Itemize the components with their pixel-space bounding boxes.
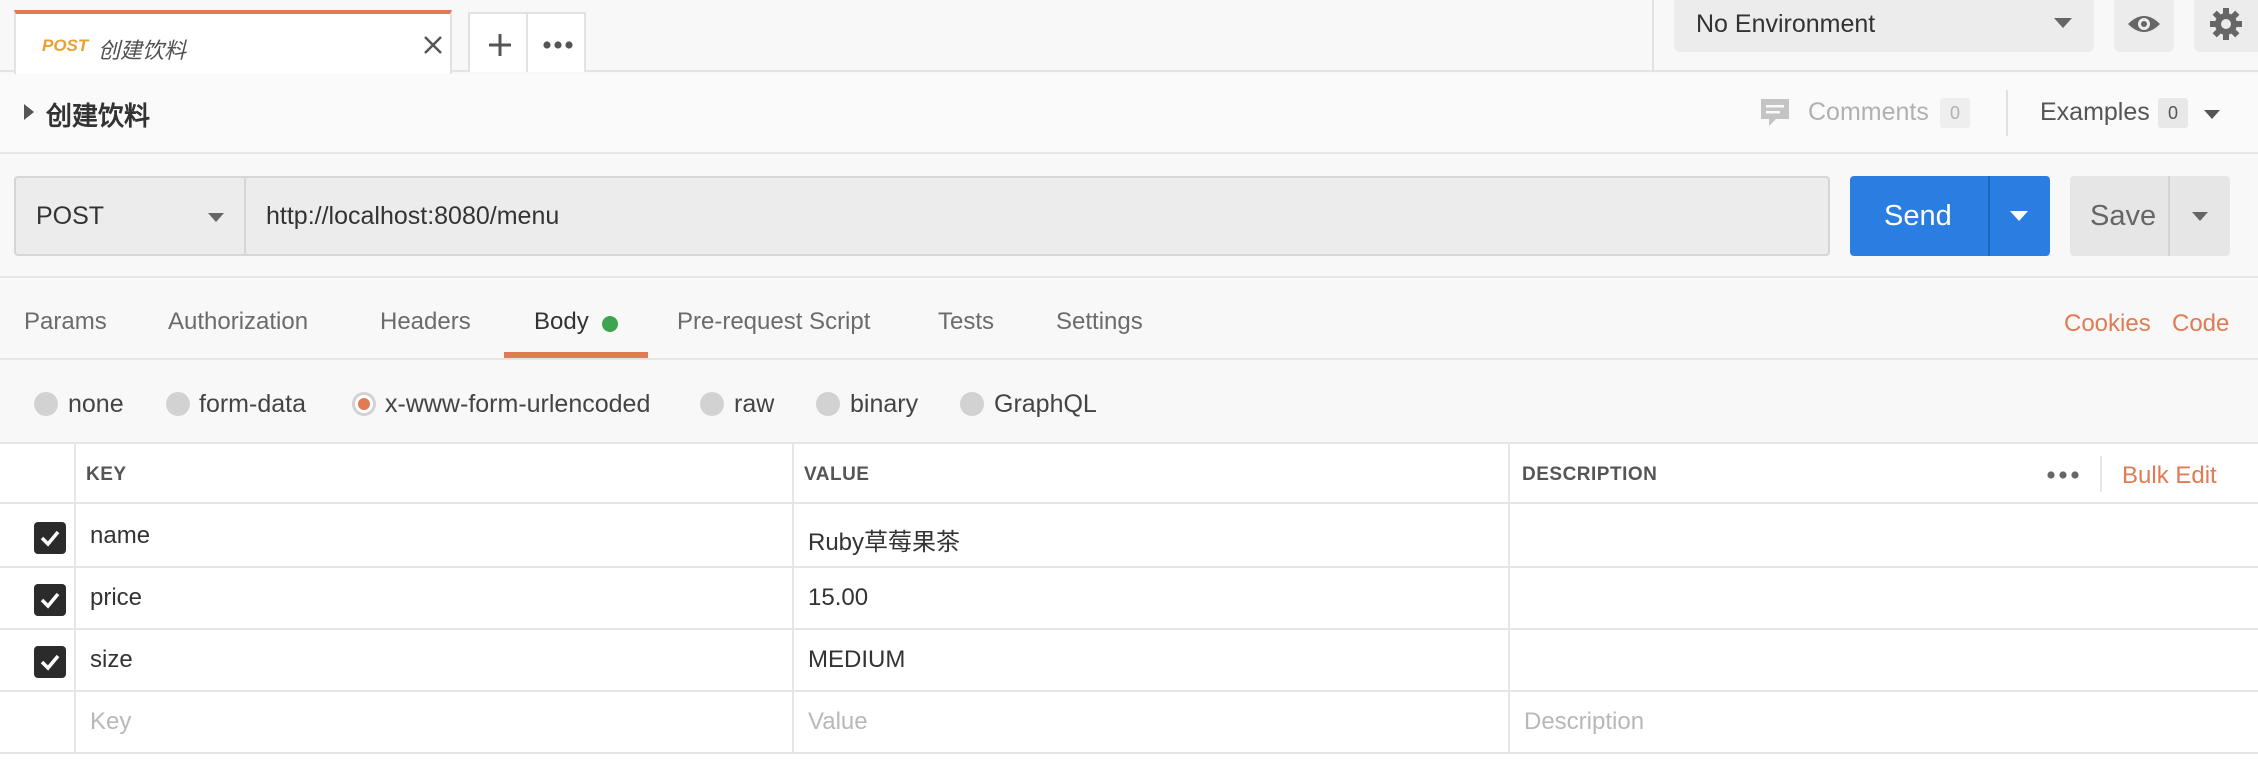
bulk-edit-link[interactable]: Bulk Edit bbox=[2122, 462, 2217, 490]
checkbox-checked-icon bbox=[40, 654, 60, 671]
request-tab-method: POST bbox=[42, 36, 89, 55]
plus-icon bbox=[489, 34, 511, 56]
radio-label-none[interactable]: none bbox=[68, 390, 124, 419]
row-value[interactable]: MEDIUM bbox=[808, 646, 905, 674]
body-type-selector: none form-data x-www-form-urlencoded raw… bbox=[0, 362, 2258, 444]
row-key[interactable]: name bbox=[90, 522, 150, 550]
new-tab-button[interactable] bbox=[468, 12, 528, 72]
tab-headers[interactable]: Headers bbox=[380, 308, 471, 336]
more-icon bbox=[543, 41, 573, 49]
url-input[interactable]: http://localhost:8080/menu bbox=[244, 176, 1830, 256]
key-input[interactable]: Key bbox=[90, 708, 131, 736]
row-checkbox[interactable] bbox=[34, 646, 66, 678]
save-button[interactable]: Save bbox=[2070, 176, 2230, 256]
table-row-new: Key Value Description bbox=[0, 692, 2258, 754]
send-button[interactable]: Send bbox=[1850, 176, 2050, 256]
tab-settings[interactable]: Settings bbox=[1056, 308, 1143, 336]
caret-down-icon bbox=[208, 213, 224, 222]
manage-environments-button[interactable] bbox=[2194, 0, 2258, 52]
gear-icon bbox=[2210, 8, 2242, 40]
tab-bar: POST 创建饮料 No Environment bbox=[0, 0, 2258, 74]
tab-body[interactable]: Body bbox=[534, 308, 589, 336]
comment-icon[interactable] bbox=[1758, 96, 1792, 130]
checkbox-checked-icon bbox=[40, 592, 60, 609]
table-row: size MEDIUM bbox=[0, 630, 2258, 692]
divider bbox=[2100, 456, 2102, 492]
cookies-link[interactable]: Cookies bbox=[2064, 310, 2151, 338]
radio-none[interactable] bbox=[34, 392, 58, 416]
tab-tests[interactable]: Tests bbox=[938, 308, 994, 336]
caret-down-icon[interactable] bbox=[2204, 110, 2220, 119]
code-link[interactable]: Code bbox=[2172, 310, 2229, 338]
radio-label-form-data[interactable]: form-data bbox=[199, 390, 306, 419]
column-header-description: DESCRIPTION bbox=[1522, 464, 1658, 485]
column-header-value: VALUE bbox=[804, 464, 870, 485]
eye-icon bbox=[2128, 16, 2160, 32]
table-header: KEY VALUE DESCRIPTION Bulk Edit bbox=[0, 444, 2258, 504]
divider bbox=[2006, 90, 2008, 136]
environment-select[interactable]: No Environment bbox=[1674, 0, 2094, 52]
status-dot bbox=[602, 316, 618, 332]
request-title[interactable]: 创建饮料 bbox=[46, 96, 150, 133]
radio-raw[interactable] bbox=[700, 392, 724, 416]
divider bbox=[1988, 176, 1990, 256]
radio-graphql[interactable] bbox=[960, 392, 984, 416]
more-icon[interactable] bbox=[2046, 470, 2080, 480]
description-input[interactable]: Description bbox=[1524, 708, 1644, 736]
close-icon[interactable] bbox=[418, 30, 448, 60]
tab-params[interactable]: Params bbox=[24, 308, 107, 336]
radio-label-x-www-form-urlencoded[interactable]: x-www-form-urlencoded bbox=[385, 390, 650, 419]
row-value[interactable]: Ruby草莓果茶 bbox=[808, 522, 960, 557]
environment-select-label: No Environment bbox=[1696, 10, 1876, 38]
row-key[interactable]: price bbox=[90, 584, 142, 612]
radio-binary[interactable] bbox=[816, 392, 840, 416]
divider bbox=[1508, 444, 1510, 754]
caret-down-icon bbox=[2054, 18, 2072, 28]
request-header: 创建饮料 Comments 0 Examples 0 bbox=[0, 74, 2258, 154]
comments-count-badge: 0 bbox=[1940, 98, 1970, 128]
request-tab-name: 创建饮料 bbox=[98, 38, 187, 63]
caret-down-icon[interactable] bbox=[2192, 212, 2208, 221]
request-tab[interactable]: POST 创建饮料 bbox=[14, 10, 452, 74]
environment-quick-look-button[interactable] bbox=[2114, 0, 2174, 52]
radio-x-www-form-urlencoded[interactable] bbox=[352, 392, 376, 416]
method-select-label: POST bbox=[36, 202, 105, 230]
value-input[interactable]: Value bbox=[808, 708, 868, 736]
caret-right-icon[interactable] bbox=[24, 104, 34, 120]
table-row: name Ruby草莓果茶 bbox=[0, 506, 2258, 568]
examples-button[interactable]: Examples bbox=[2040, 98, 2150, 127]
divider bbox=[2168, 176, 2170, 256]
checkbox-checked-icon bbox=[40, 530, 60, 547]
send-button-label: Send bbox=[1884, 200, 1952, 232]
url-bar: POST http://localhost:8080/menu Send Sav… bbox=[0, 156, 2258, 278]
comments-button[interactable]: Comments bbox=[1808, 98, 1929, 127]
radio-form-data[interactable] bbox=[166, 392, 190, 416]
save-button-label: Save bbox=[2090, 200, 2157, 232]
row-key[interactable]: size bbox=[90, 646, 133, 674]
caret-down-icon[interactable] bbox=[2010, 211, 2028, 221]
column-header-key: KEY bbox=[86, 464, 127, 485]
divider bbox=[792, 444, 794, 754]
divider bbox=[74, 444, 76, 754]
request-tabs: Params Authorization Headers Body Pre-re… bbox=[0, 280, 2258, 360]
row-checkbox[interactable] bbox=[34, 584, 66, 616]
radio-label-graphql[interactable]: GraphQL bbox=[994, 390, 1097, 419]
row-checkbox[interactable] bbox=[34, 522, 66, 554]
divider bbox=[1652, 0, 1654, 72]
radio-label-raw[interactable]: raw bbox=[734, 390, 774, 419]
tab-options-button[interactable] bbox=[526, 12, 586, 72]
method-select[interactable]: POST bbox=[14, 176, 246, 256]
active-tab-indicator bbox=[504, 352, 648, 358]
examples-count-badge: 0 bbox=[2158, 98, 2188, 128]
radio-label-binary[interactable]: binary bbox=[850, 390, 918, 419]
table-row: price 15.00 bbox=[0, 568, 2258, 630]
row-value[interactable]: 15.00 bbox=[808, 584, 868, 612]
tab-authorization[interactable]: Authorization bbox=[168, 308, 308, 336]
tab-pre-request-script[interactable]: Pre-request Script bbox=[677, 308, 870, 336]
params-table: KEY VALUE DESCRIPTION Bulk Edit name Rub… bbox=[0, 444, 2258, 770]
